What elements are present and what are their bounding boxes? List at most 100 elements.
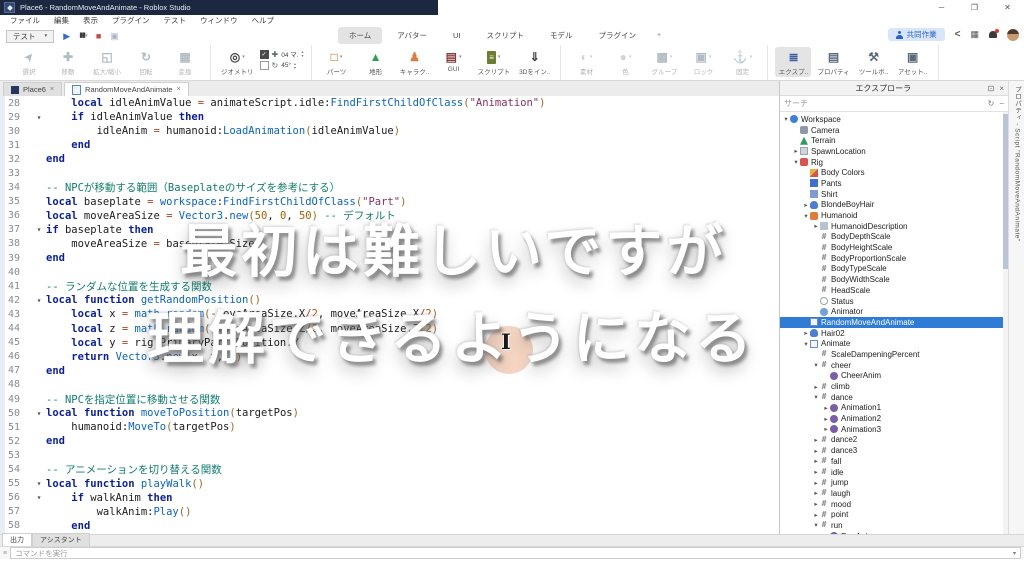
chevron-closed-icon[interactable]: ▸	[812, 222, 820, 230]
rotate-snap-value[interactable]: 45°	[281, 62, 291, 69]
explorer-search-box[interactable]: サーチ ↻ −	[780, 96, 1008, 112]
chevron-closed-icon[interactable]: ▸	[812, 511, 820, 519]
geometry-button[interactable]: ◎▾ジオメトリ	[218, 47, 257, 77]
terrain-button[interactable]: ▲地形	[358, 47, 394, 77]
bottom-tab-0[interactable]: 出力	[2, 533, 32, 546]
chevron-closed-icon[interactable]: ▸	[812, 489, 820, 497]
menu-item-1[interactable]: 編集	[54, 15, 69, 26]
transform-button[interactable]: ▦変換	[167, 47, 203, 77]
properties-collapsed-tab[interactable]: プロパティ - Script "RandomMoveAndAnimate"	[1008, 81, 1024, 537]
chevron-closed-icon[interactable]: ▸	[812, 468, 820, 476]
chevron-open-icon[interactable]: ▾	[792, 158, 800, 166]
play-button[interactable]: ▶	[63, 29, 70, 44]
properties-button[interactable]: ▤プロパティ	[814, 47, 852, 77]
menu-item-6[interactable]: ヘルプ	[252, 15, 275, 26]
tree-item[interactable]: CheerAnim	[780, 371, 1008, 382]
maximize-icon[interactable]: ❐	[958, 3, 991, 12]
close-icon[interactable]: ×	[177, 86, 181, 93]
tree-item[interactable]: ▸#climb	[780, 381, 1008, 392]
tree-item[interactable]: #BodyDepthScale	[780, 232, 1008, 243]
tree-item[interactable]: ▸#jump	[780, 477, 1008, 488]
close-icon[interactable]: ×	[50, 86, 54, 93]
lock-button[interactable]: ▣▾ロック	[685, 47, 721, 77]
import3d-button[interactable]: ⇓3Dをイン..	[516, 47, 553, 77]
tree-item[interactable]: Body Colors	[780, 167, 1008, 178]
test-mode-dropdown[interactable]: テスト ▾	[6, 30, 54, 43]
script-button[interactable]: ≡▾スクリプト	[475, 47, 514, 77]
fold-arrow-icon[interactable]: ▾	[32, 225, 46, 234]
chevron-closed-icon[interactable]: ▸	[812, 383, 820, 391]
tree-item[interactable]: #BodyHeightScale	[780, 242, 1008, 253]
tree-item[interactable]: #BodyTypeScale	[780, 264, 1008, 275]
move-snap-stepper[interactable]: ▴▾	[302, 50, 304, 58]
group-button[interactable]: ▩▾グループ	[646, 47, 682, 77]
chevron-closed-icon[interactable]: ▸	[812, 447, 820, 455]
material-button[interactable]: ◐▾素材	[568, 47, 604, 77]
command-input[interactable]: コマンドを実行 ▾	[10, 547, 1021, 559]
menu-item-4[interactable]: テスト	[164, 15, 187, 26]
tree-item[interactable]: Terrain	[780, 135, 1008, 146]
tree-item[interactable]: ▾#cheer	[780, 360, 1008, 371]
ribbon-tab-5[interactable]: プラグイン	[587, 27, 647, 44]
tree-item[interactable]: ▸#fall	[780, 456, 1008, 467]
tree-item[interactable]: ▾#dance	[780, 392, 1008, 403]
tree-item[interactable]: ▸Animation2	[780, 413, 1008, 424]
collaborate-button[interactable]: 共同作業	[888, 28, 945, 41]
move-snap-checkbox[interactable]: ✓	[260, 50, 269, 59]
toolbox-button[interactable]: ⚒ツールボ..	[856, 47, 892, 77]
fold-arrow-icon[interactable]: ▾	[32, 493, 46, 502]
tree-item[interactable]: ▾#run	[780, 520, 1008, 531]
bottom-tab-1[interactable]: アシスタント	[32, 533, 90, 546]
menu-item-2[interactable]: 表示	[83, 15, 98, 26]
tree-item[interactable]: ▸Animation3	[780, 424, 1008, 435]
tree-item[interactable]: Camera	[780, 125, 1008, 136]
chevron-closed-icon[interactable]: ▸	[812, 479, 820, 487]
chevron-closed-icon[interactable]: ▸	[822, 415, 830, 423]
tree-item[interactable]: ▸#point	[780, 509, 1008, 520]
history-icon[interactable]: ↻	[988, 99, 995, 108]
ribbon-tab-2[interactable]: UI	[442, 28, 472, 43]
close-icon[interactable]: ✕	[991, 3, 1024, 12]
chevron-open-icon[interactable]: ▾	[812, 361, 820, 369]
tree-item[interactable]: #BodyWidthScale	[780, 274, 1008, 285]
tree-item[interactable]: ▾Workspace	[780, 114, 1008, 125]
stop-button[interactable]: ■	[96, 29, 101, 44]
minimize-icon[interactable]: ─	[925, 3, 958, 12]
tree-item[interactable]: #HeadScale	[780, 285, 1008, 296]
anchor-button[interactable]: ⚓▾固定	[724, 47, 760, 77]
chevron-closed-icon[interactable]: ▸	[822, 404, 830, 412]
menu-item-5[interactable]: ウィンドウ	[200, 15, 238, 26]
tree-item[interactable]: ▸#idle	[780, 467, 1008, 478]
rotate-button[interactable]: ↻回転	[128, 47, 164, 77]
rotate-snap-checkbox[interactable]	[260, 61, 269, 70]
tree-item[interactable]: Animator	[780, 306, 1008, 317]
chevron-closed-icon[interactable]: ▸	[812, 457, 820, 465]
popout-icon[interactable]: ⊡	[988, 84, 995, 93]
scale-button[interactable]: ◱拡大/縮小	[89, 47, 125, 77]
tree-item[interactable]: ▸#dance2	[780, 435, 1008, 446]
tree-item[interactable]: ▸BlondeBoyHair	[780, 200, 1008, 211]
fold-arrow-icon[interactable]: ▾	[32, 409, 46, 418]
chevron-open-icon[interactable]: ▾	[802, 212, 810, 220]
ribbon-tab-0[interactable]: ホーム	[338, 27, 382, 44]
tree-item[interactable]: ▾Rig	[780, 157, 1008, 168]
menu-item-3[interactable]: プラグイン	[112, 15, 150, 26]
chevron-open-icon[interactable]: ▾	[782, 115, 790, 123]
fold-arrow-icon[interactable]: ▾	[32, 113, 46, 122]
ribbon-tab-1[interactable]: アバター	[386, 27, 438, 44]
cursor-button[interactable]: ➤選択	[11, 47, 47, 77]
chevron-closed-icon[interactable]: ▸	[822, 425, 830, 433]
tree-item[interactable]: ▸#dance3	[780, 445, 1008, 456]
record-button[interactable]: ▣	[110, 29, 119, 44]
move-button[interactable]: ✚移動	[50, 47, 86, 77]
assets-button[interactable]: ▣アセット..	[895, 47, 931, 77]
close-icon[interactable]: ×	[999, 84, 1004, 93]
tree-item[interactable]: ▸SpawnLocation	[780, 146, 1008, 157]
collapse-all-icon[interactable]: −	[999, 99, 1004, 108]
chevron-closed-icon[interactable]: ▸	[802, 329, 810, 337]
tree-item[interactable]: #ScaleDampeningPercent	[780, 349, 1008, 360]
share-icon[interactable]: <	[955, 29, 961, 40]
move-snap-value[interactable]: 04 マ.	[281, 49, 298, 59]
chevron-open-icon[interactable]: ▾	[812, 521, 820, 529]
ribbon-tab-3[interactable]: スクリプト	[475, 27, 535, 44]
